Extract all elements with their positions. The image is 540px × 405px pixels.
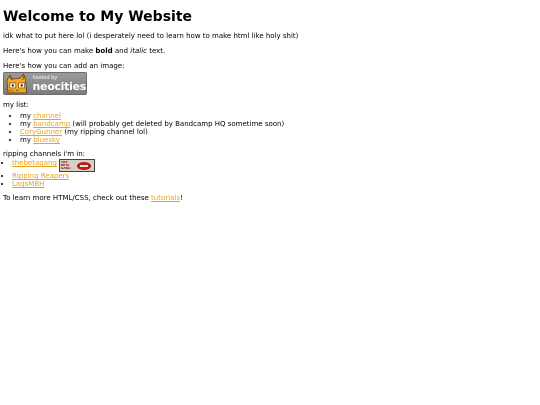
formatting-text: Here's how you can make bold and italic … (3, 47, 540, 55)
thebetagang-badge[interactable]: THE BETA GANG (58, 159, 95, 172)
list-item: thebetagangTHE BETA GANG (12, 159, 540, 172)
list-item: LagsMBH (12, 180, 540, 188)
list-item: Ripping Reapers (12, 172, 540, 180)
bluesky-link[interactable]: bluesky (33, 136, 60, 144)
list-item: CoryGunner (my ripping channel lol) (20, 128, 540, 136)
list-label: my list: (3, 101, 29, 109)
ripping-label: ripping channels i'm in: (3, 150, 85, 158)
my-list: my channel my bandcamp (will probably ge… (3, 112, 540, 144)
thebetagang-link[interactable]: thebetagang (12, 159, 57, 167)
list-item-suffix: (my ripping channel lol) (62, 128, 148, 136)
ripping-badge-text: THE BETA GANG (60, 160, 71, 170)
list-item: my bluesky (20, 136, 540, 144)
intro-text: idk what to put here lol (i desperately … (3, 32, 299, 40)
ripping-list: thebetagangTHE BETA GANG Ripping Reapers… (3, 159, 540, 188)
list-item-prefix: my (20, 136, 34, 144)
ripping-reapers-link[interactable]: Ripping Reapers (12, 172, 69, 180)
list-item-prefix: my (20, 120, 34, 128)
formatting-prefix: Here's how you can make (3, 47, 96, 55)
italic-word: italic (130, 47, 147, 55)
image-line: Here's how you can add an image: (3, 62, 125, 70)
corygunner-link[interactable]: CoryGunner (20, 128, 62, 136)
page-title: Welcome to My Website (3, 9, 193, 25)
formatting-suffix: text. (146, 47, 166, 55)
channel-link[interactable]: channel (33, 112, 61, 120)
list-item: my bandcamp (will probably get deleted b… (20, 120, 540, 128)
bold-word: bold (95, 47, 113, 55)
footer-suffix: ! (179, 194, 183, 202)
list-item-prefix: my (20, 112, 34, 120)
footer-text: To learn more HTML/CSS, check out these … (3, 194, 540, 202)
neocities-badge[interactable]: hosted by neocities (3, 72, 87, 95)
neocities-cat-icon (5, 73, 28, 94)
mouth-icon (76, 162, 91, 170)
page-content: Welcome to My Website idk what to put he… (0, 0, 540, 202)
list-item-suffix: (will probably get deleted by Bandcamp H… (70, 120, 285, 128)
footer-prefix: To learn more HTML/CSS, check out these (3, 194, 152, 202)
lagsmbh-link[interactable]: LagsMBH (12, 180, 44, 188)
formatting-middle: and (112, 47, 131, 55)
list-item: my channel (20, 112, 540, 120)
bandcamp-link[interactable]: bandcamp (33, 120, 70, 128)
badge-big-text: neocities (32, 79, 86, 93)
tutorials-link[interactable]: tutorials (151, 194, 180, 202)
